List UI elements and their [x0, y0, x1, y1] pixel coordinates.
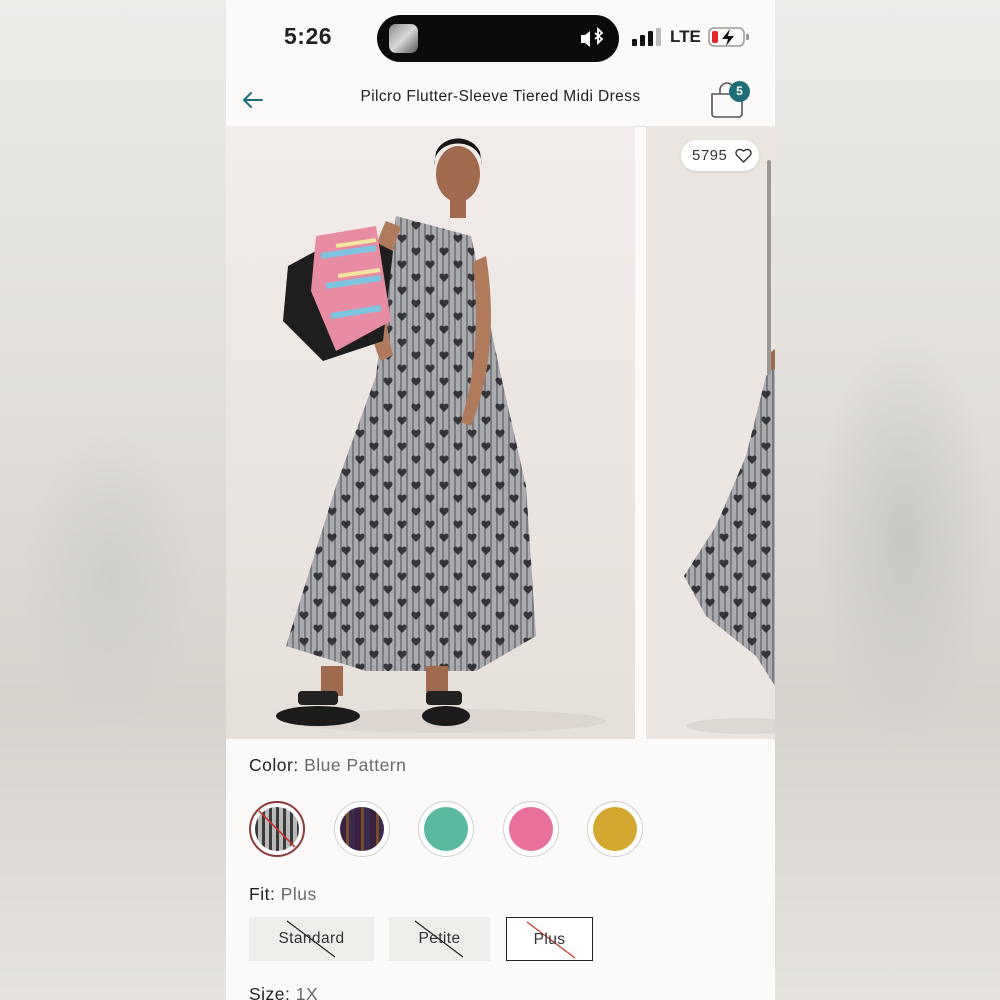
- swatch-fill: [593, 807, 637, 851]
- swatch-gold[interactable]: [587, 801, 643, 857]
- speaker-bluetooth-icon: [581, 27, 604, 47]
- color-label: Color:: [249, 755, 299, 775]
- background-blur-left: [0, 0, 226, 1000]
- selected-fit: Plus: [280, 884, 317, 904]
- selected-size: 1X: [295, 984, 319, 1000]
- navigation-bar: Pilcro Flutter-Sleeve Tiered Midi Dress …: [226, 76, 775, 127]
- fit-option-plus[interactable]: Plus: [506, 917, 593, 961]
- now-playing-thumbnail: [389, 24, 418, 53]
- swatch-fill: [340, 807, 384, 851]
- fit-option-label: Petite: [418, 930, 461, 947]
- network-type: LTE: [670, 27, 701, 46]
- size-label: Size:: [249, 984, 291, 1000]
- size-label-row: Size: 1X: [249, 984, 318, 1000]
- unavailable-slash-icon: [258, 810, 296, 848]
- battery-charging-icon: [708, 27, 749, 47]
- phone-screen: 5:26 LTE Pilcro Flutter-Sleeve Tiered Mi: [226, 0, 775, 1000]
- model-detail-illustration: [646, 126, 775, 739]
- model-in-dress-illustration: [226, 126, 635, 739]
- fit-option-standard[interactable]: Standard: [249, 917, 374, 961]
- swatch-mint[interactable]: [418, 801, 474, 857]
- fit-label-row: Fit: Plus: [249, 884, 317, 905]
- swatch-fill: [424, 807, 468, 851]
- status-bar: 5:26 LTE: [226, 0, 775, 76]
- selected-color: Blue Pattern: [304, 755, 407, 775]
- swatch-fill: [509, 807, 553, 851]
- product-image-main[interactable]: [226, 126, 635, 739]
- cart-count-badge: 5: [729, 81, 750, 102]
- fit-option-label: Plus: [533, 931, 566, 948]
- favorite-pill[interactable]: 5795: [681, 140, 759, 171]
- page-title: Pilcro Flutter-Sleeve Tiered Midi Dress: [360, 88, 641, 105]
- swatch-plum-stripe[interactable]: [334, 801, 390, 857]
- swatch-pink[interactable]: [503, 801, 559, 857]
- fit-option-petite[interactable]: Petite: [389, 917, 490, 961]
- product-image-next[interactable]: [646, 126, 775, 739]
- heart-icon[interactable]: [735, 147, 752, 164]
- likes-count: 5795: [692, 147, 728, 164]
- image-scroll-indicator[interactable]: [767, 160, 771, 375]
- fit-option-label: Standard: [278, 930, 345, 947]
- swatch-blue-pattern[interactable]: [249, 801, 305, 857]
- status-time: 5:26: [284, 23, 333, 49]
- color-label-row: Color: Blue Pattern: [249, 755, 406, 776]
- dynamic-island[interactable]: [377, 15, 619, 62]
- fit-label: Fit:: [249, 884, 276, 904]
- cellular-signal-icon: [632, 28, 661, 46]
- background-blur-right: [774, 0, 1000, 1000]
